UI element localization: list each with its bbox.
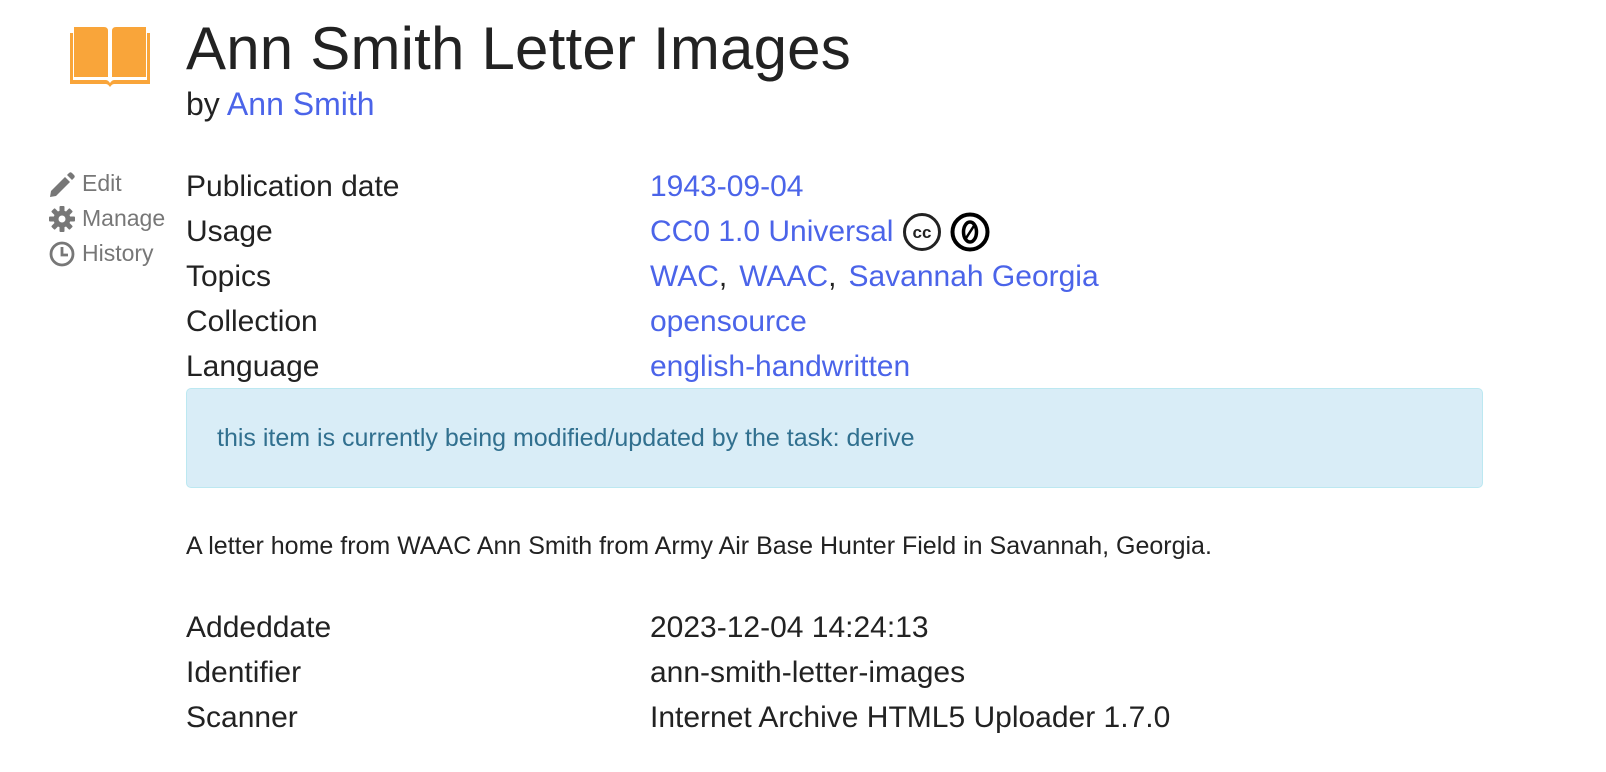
details-row-scanner: Scanner Internet Archive HTML5 Uploader … [186,695,1486,740]
metadata-row-publication-date: Publication date 1943-09-04 [186,164,1486,209]
manage-label: Manage [82,205,166,231]
addeddate-value: 2023-12-04 14:24:13 [650,610,929,644]
page-title: Ann Smith Letter Images [186,15,851,82]
details-row-identifier: Identifier ann-smith-letter-images [186,650,1486,695]
cc-icon: cc [903,212,942,251]
topics-key: Topics [186,259,272,293]
book-icon [70,27,150,87]
pencil-icon [50,171,75,197]
metadata-row-collection: Collection opensource [186,299,1486,344]
edit-label: Edit [82,170,122,196]
publication-date-link[interactable]: 1943-09-04 [650,170,803,204]
collection-link[interactable]: opensource [650,305,807,339]
task-notice-text: this item is currently being modified/up… [217,423,915,452]
gear-icon [49,205,75,232]
metadata-row-topics: Topics WAC, WAAC, Savannah Georgia [186,254,1486,299]
details-row-addeddate: Addeddate 2023-12-04 14:24:13 [186,605,1486,650]
metadata-row-usage: Usage CC0 1.0 Universal cc [186,209,1486,254]
collection-key: Collection [186,304,318,338]
scanner-value: Internet Archive HTML5 Uploader 1.7.0 [650,700,1171,734]
zero-icon [950,212,990,251]
edit-button[interactable]: Edit [48,166,165,201]
topic-link[interactable]: Savannah Georgia [848,260,1098,294]
clock-icon [49,241,75,266]
addeddate-key: Addeddate [186,610,332,644]
topic-separator: , [828,259,837,293]
author-link[interactable]: Ann Smith [227,86,375,122]
usage-key: Usage [186,214,273,248]
history-label: History [82,240,154,266]
identifier-key: Identifier [186,655,302,689]
by-prefix: by [186,86,220,122]
svg-text:cc: cc [913,223,932,242]
item-description: A letter home from WAAC Ann Smith from A… [186,532,1212,560]
manage-button[interactable]: Manage [48,201,165,236]
identifier-value: ann-smith-letter-images [650,655,966,689]
topic-separator: , [718,259,728,293]
license-link[interactable]: CC0 1.0 Universal [650,215,893,249]
language-link[interactable]: english-handwritten [650,350,910,384]
details-table: Addeddate 2023-12-04 14:24:13 Identifier… [186,605,1486,740]
task-notice-alert: this item is currently being modified/up… [186,388,1483,488]
license-badges[interactable]: cc [902,212,990,252]
metadata-row-language: Language english-handwritten [186,344,1486,389]
publication-date-key: Publication date [186,169,400,203]
topic-link[interactable]: WAC [650,260,719,294]
metadata-table: Publication date 1943-09-04 Usage CC0 1.… [186,164,1486,389]
byline: by Ann Smith [186,86,375,123]
topic-link[interactable]: WAAC [739,260,828,294]
scanner-key: Scanner [186,700,298,734]
item-actions: Edit Manage History [48,166,165,271]
history-button[interactable]: History [48,236,165,271]
language-key: Language [186,349,320,383]
